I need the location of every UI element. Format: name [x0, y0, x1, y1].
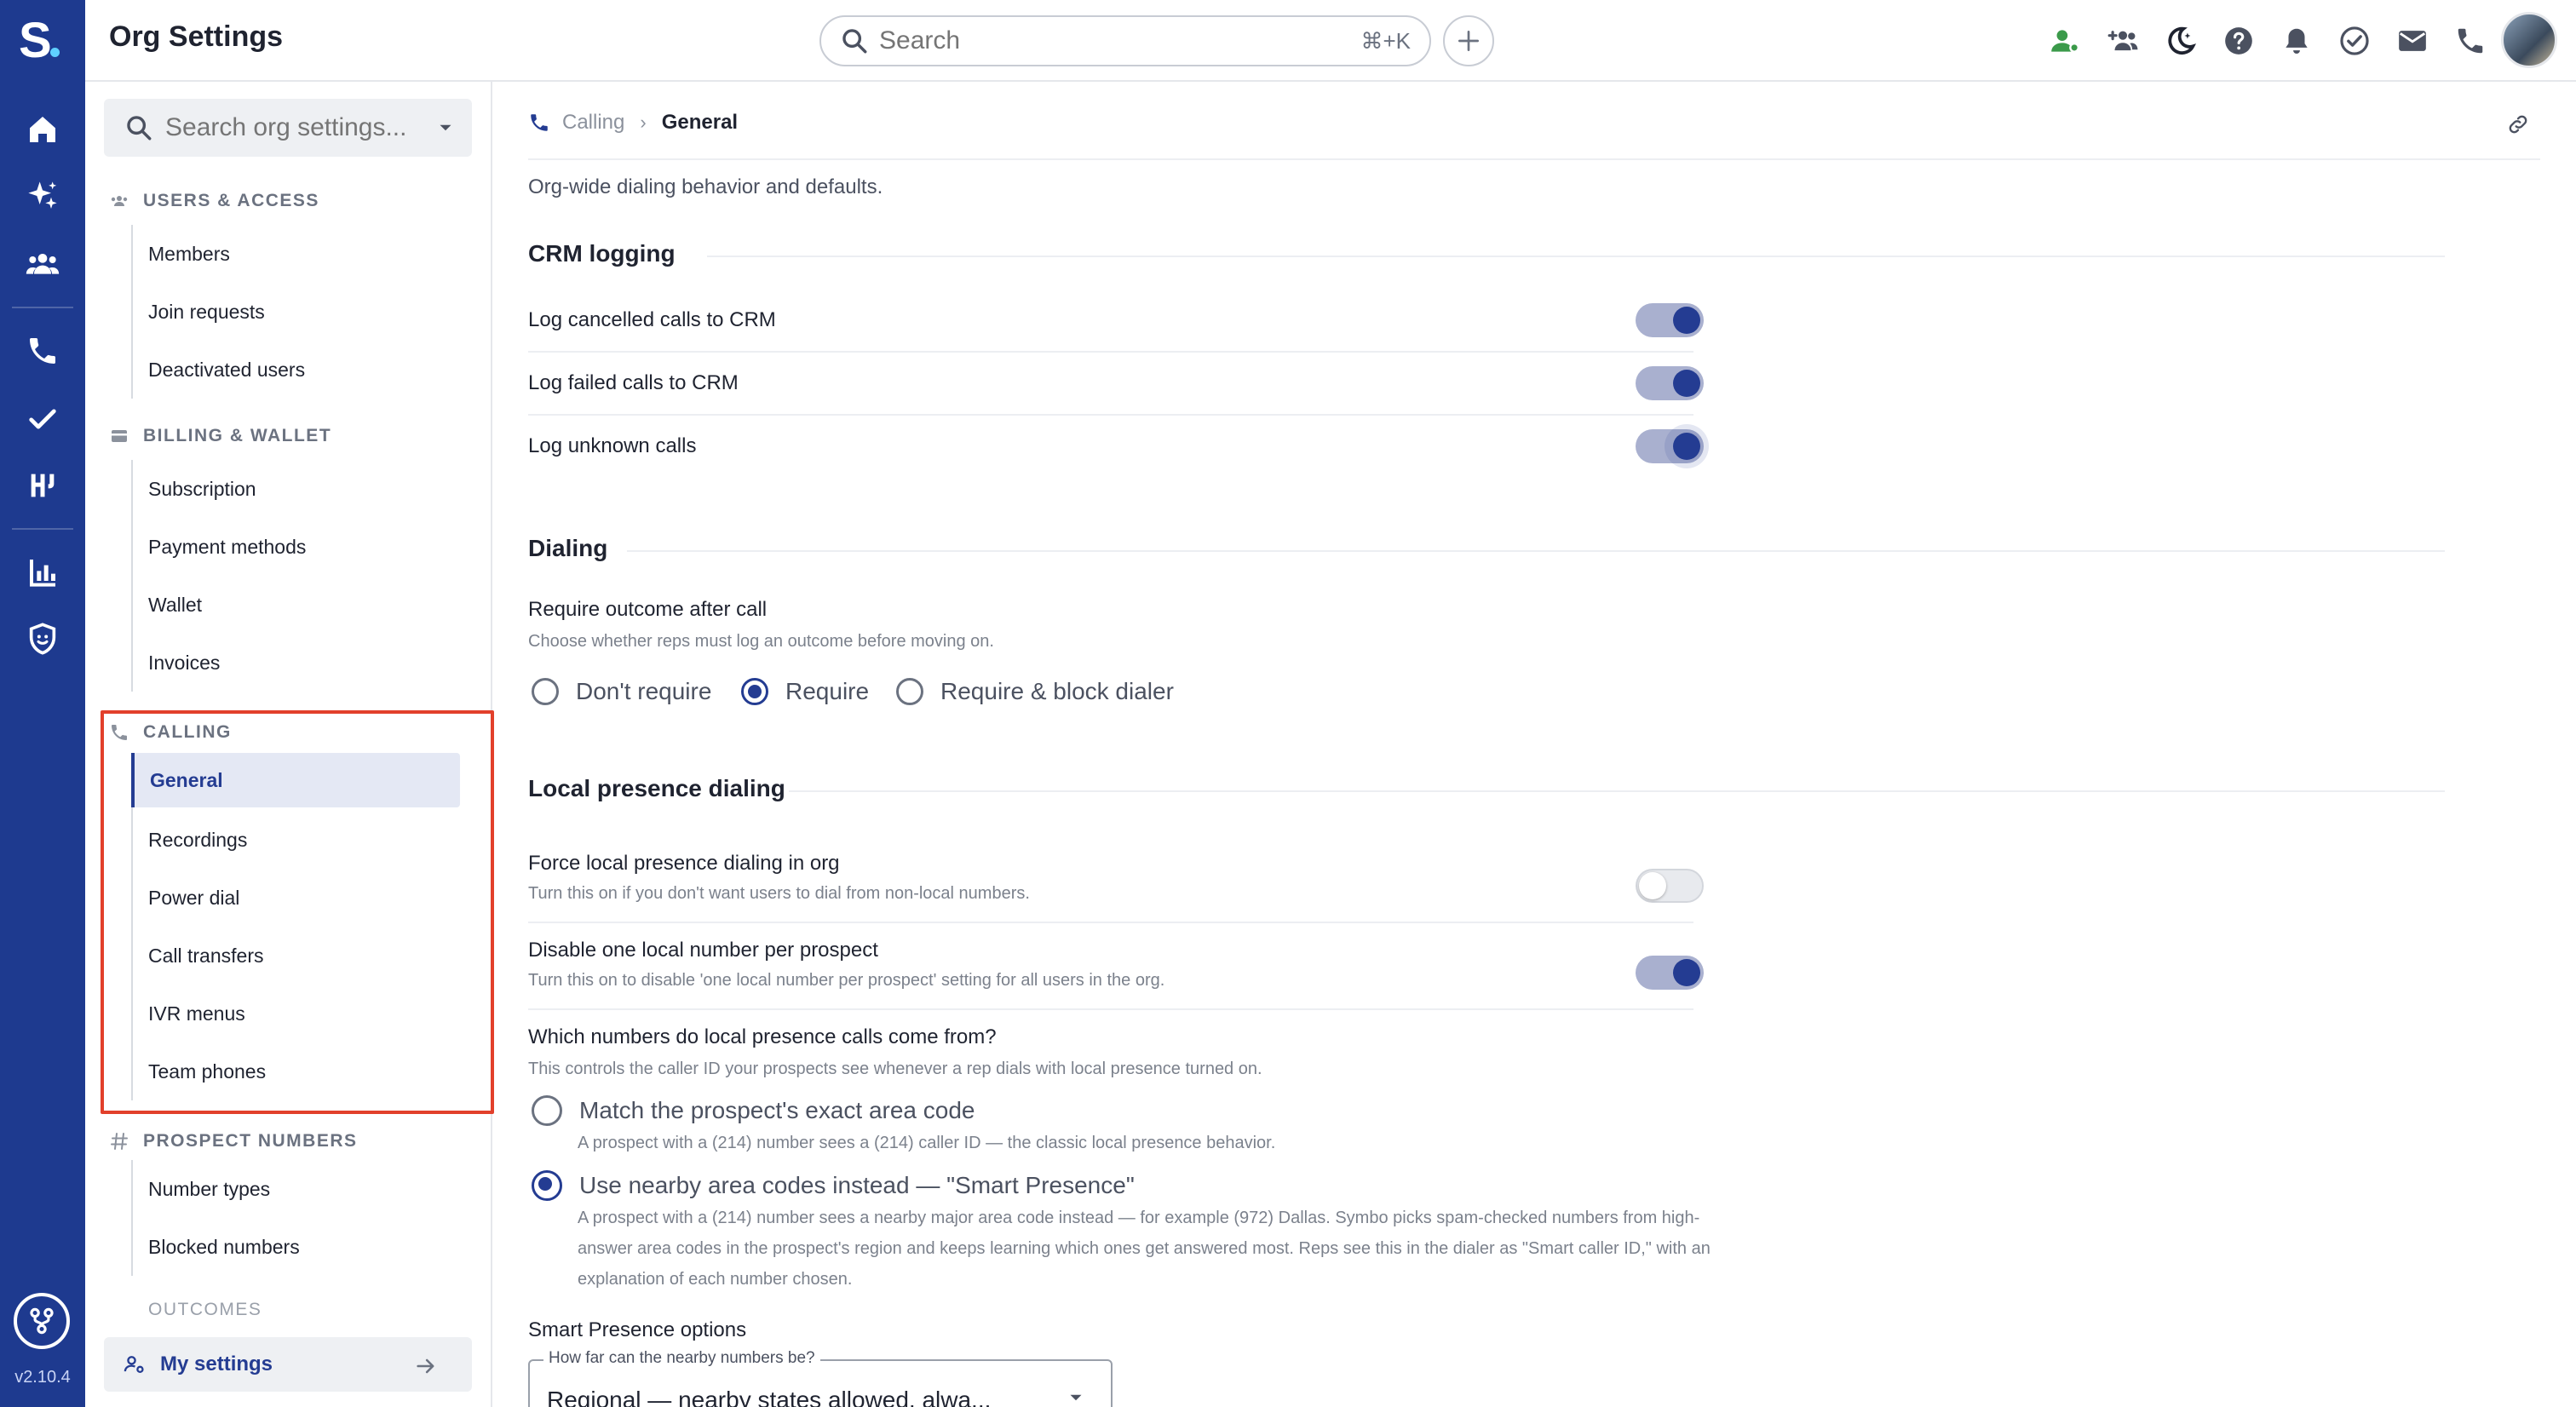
toggle-disable-one-local[interactable]	[1636, 956, 1704, 990]
mail-icon[interactable]	[2383, 17, 2441, 65]
smart-presence-desc: A prospect with a (214) number sees a ne…	[578, 1209, 1711, 1289]
section-prospect-numbers: PROSPECT NUMBERS	[109, 1131, 358, 1151]
main-content: Calling › General Org-wide dialing behav…	[494, 82, 2576, 1407]
chevron-down-icon[interactable]	[434, 117, 457, 139]
smart-presence-options-label: Smart Presence options	[528, 1318, 747, 1341]
home-icon[interactable]	[19, 106, 66, 153]
breadcrumb-parent[interactable]: Calling	[562, 111, 624, 135]
check-icon[interactable]	[19, 395, 66, 443]
dnd-moon-icon[interactable]	[2152, 17, 2210, 65]
setting-row-disable-one-local: Disable one local number per prospect Tu…	[528, 923, 1704, 1010]
add-button[interactable]	[1443, 15, 1494, 66]
global-search[interactable]: ⌘+K	[819, 15, 1431, 66]
people-icon	[111, 196, 128, 206]
sidebar-item-subscription[interactable]: Subscription	[133, 460, 472, 518]
hash-icon	[111, 1133, 128, 1150]
sidebar-search[interactable]	[104, 99, 472, 157]
app-rail: S v2.10.4	[0, 0, 85, 1407]
section-outcomes-clipped: OUTCOMES	[148, 1300, 262, 1319]
page-description: Org-wide dialing behavior and defaults.	[528, 175, 883, 198]
radio-exact-area-code[interactable]: Match the prospect's exact area code	[532, 1095, 975, 1126]
link-icon[interactable]	[2506, 112, 2530, 141]
radio-dont-require[interactable]: Don't require	[532, 678, 711, 705]
help-icon[interactable]	[2210, 17, 2268, 65]
section-billing-wallet: BILLING & WALLET	[109, 426, 331, 446]
breadcrumb: Calling › General	[528, 111, 738, 135]
outcome-sub: Choose whether reps must log an outcome …	[528, 632, 994, 651]
team-icon[interactable]	[19, 240, 66, 288]
nearby-distance-select[interactable]: How far can the nearby numbers be? Regio…	[528, 1349, 1113, 1407]
setting-row-log-failed: Log failed calls to CRM	[528, 353, 1704, 416]
toggle-log-cancelled[interactable]	[1636, 303, 1704, 337]
setting-row-log-cancelled: Log cancelled calls to CRM	[528, 290, 1704, 353]
chevron-down-icon	[1070, 1394, 1082, 1401]
which-numbers-sub: This controls the caller ID your prospec…	[528, 1060, 1262, 1078]
task-check-icon[interactable]	[2326, 17, 2383, 65]
setting-row-force-local: Force local presence dialing in org Turn…	[528, 836, 1704, 923]
add-group-icon[interactable]	[2094, 17, 2152, 65]
bell-icon[interactable]	[2268, 17, 2326, 65]
sidebar-item-members[interactable]: Members	[133, 225, 472, 283]
sidebar-item-blocked-numbers[interactable]: Blocked numbers	[133, 1218, 472, 1276]
my-settings-button[interactable]: My settings	[104, 1337, 472, 1392]
user-status-icon[interactable]	[2036, 17, 2094, 65]
toggle-log-unknown[interactable]	[1636, 429, 1704, 463]
workflow-icon[interactable]	[14, 1293, 70, 1349]
avatar[interactable]	[2501, 12, 2557, 68]
app-logo[interactable]: S	[19, 14, 66, 68]
toggle-force-local[interactable]	[1636, 869, 1704, 903]
sidebar-item-join-requests[interactable]: Join requests	[133, 283, 472, 341]
section-dialing: Dialing	[528, 535, 608, 561]
ai-sparkle-icon[interactable]	[19, 172, 66, 220]
sidebar-item-invoices[interactable]: Invoices	[133, 634, 472, 692]
integrations-icon[interactable]	[19, 462, 66, 509]
search-input[interactable]	[879, 26, 1361, 55]
search-icon	[842, 29, 867, 54]
section-local-presence: Local presence dialing	[528, 775, 785, 801]
arrow-right-icon	[417, 1358, 434, 1374]
radio-require-block[interactable]: Require & block dialer	[896, 678, 1174, 705]
radio-require[interactable]: Require	[741, 678, 869, 705]
setting-row-log-unknown: Log unknown calls	[528, 416, 1704, 479]
radio-smart-presence[interactable]: Use nearby area codes instead — "Smart P…	[532, 1170, 1135, 1201]
toggle-log-failed[interactable]	[1636, 366, 1704, 400]
sidebar-item-payment-methods[interactable]: Payment methods	[133, 518, 472, 576]
sidebar-item-wallet[interactable]: Wallet	[133, 576, 472, 634]
phone-icon[interactable]	[2441, 17, 2499, 65]
phone-icon	[531, 114, 548, 131]
which-numbers-label: Which numbers do local presence calls co…	[528, 1025, 997, 1048]
plus-icon	[1458, 31, 1479, 51]
sidebar-search-input[interactable]	[165, 113, 412, 142]
user-gear-icon	[124, 1356, 144, 1374]
section-users-access: USERS & ACCESS	[109, 191, 319, 211]
app-version: v2.10.4	[14, 1368, 71, 1387]
breadcrumb-current: General	[661, 111, 739, 134]
calling-section-highlight	[101, 710, 494, 1114]
search-icon	[127, 116, 152, 141]
phone-icon[interactable]	[19, 327, 66, 375]
sidebar-item-number-types[interactable]: Number types	[133, 1160, 472, 1218]
shield-icon[interactable]	[19, 615, 66, 663]
page-title: Org Settings	[109, 20, 284, 53]
sidebar-item-deactivated-users[interactable]: Deactivated users	[133, 341, 472, 399]
top-bar: Org Settings ⌘+K	[85, 0, 2576, 82]
chevron-right-icon: ›	[640, 112, 647, 133]
analytics-icon[interactable]	[19, 548, 66, 596]
search-shortcut: ⌘+K	[1360, 27, 1411, 54]
card-icon	[112, 430, 127, 442]
exact-area-code-desc: A prospect with a (214) number sees a (2…	[578, 1134, 1276, 1152]
outcome-label: Require outcome after call	[528, 598, 768, 621]
section-crm-logging: CRM logging	[528, 240, 676, 267]
